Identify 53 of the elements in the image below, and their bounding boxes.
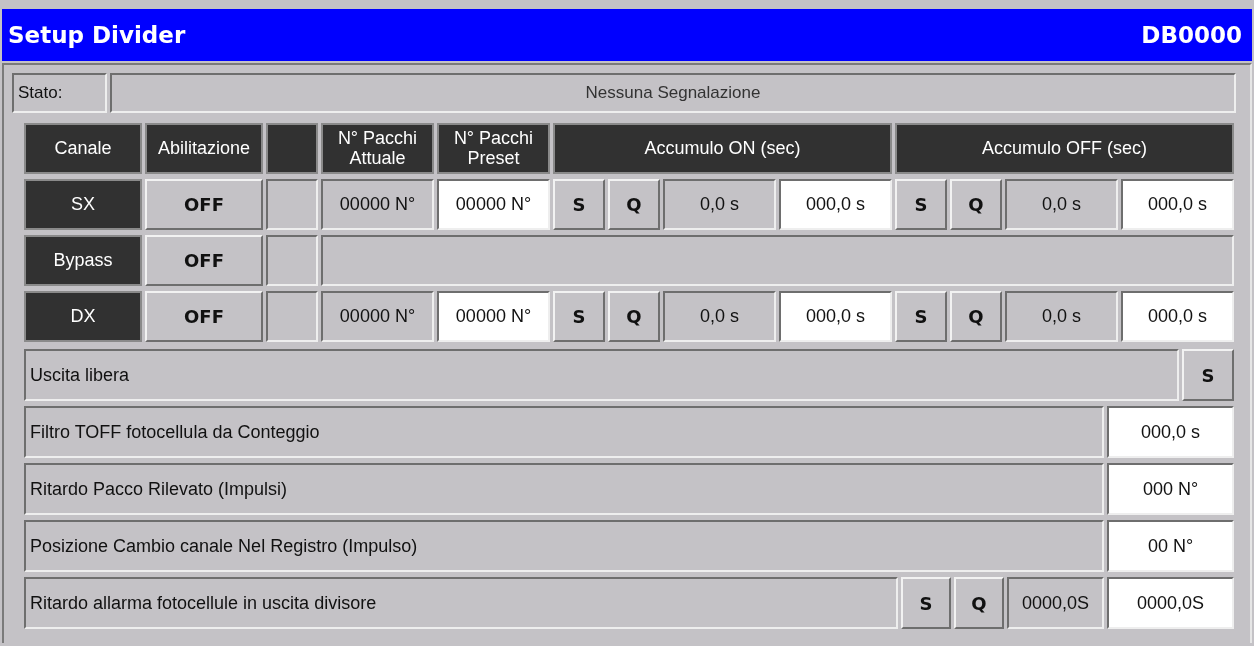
parameter-label: Ritardo Pacco Rilevato (Impulsi) (24, 463, 1104, 515)
toggle-button[interactable]: OFF (145, 235, 263, 286)
column-header: Abilitazione (145, 123, 263, 174)
reset-button[interactable]: Q (608, 291, 660, 342)
toggle-button[interactable]: OFF (145, 291, 263, 342)
input-field[interactable]: 000,0 s (1107, 406, 1234, 458)
value-display: 0000,0S (1007, 577, 1104, 629)
header-cell (266, 123, 318, 174)
channel-label: SX (24, 179, 142, 230)
column-header: Accumulo ON (sec) (553, 123, 892, 174)
set-button[interactable]: S (895, 179, 947, 230)
reset-button[interactable]: Q (954, 577, 1004, 629)
table-cell (266, 291, 318, 342)
set-button[interactable]: S (553, 291, 605, 342)
value-display: 0,0 s (1005, 179, 1118, 230)
toggle-button[interactable]: OFF (145, 179, 263, 230)
column-header: Accumulo OFF (sec) (895, 123, 1234, 174)
status-label: Stato: (12, 73, 107, 113)
set-button[interactable]: S (1182, 349, 1234, 401)
channel-label: Bypass (24, 235, 142, 286)
parameter-label: Filtro TOFF fotocellula da Conteggio (24, 406, 1104, 458)
parameter-label: Posizione Cambio canale Nel Registro (Impulso) (24, 520, 1104, 572)
count-display: 00000 N° (321, 179, 434, 230)
count-display: 00000 N° (321, 291, 434, 342)
table-cell (266, 179, 318, 230)
input-field[interactable]: 000,0 s (779, 179, 892, 230)
input-field[interactable]: 00000 N° (437, 291, 550, 342)
value-display: 0,0 s (663, 291, 776, 342)
input-field[interactable]: 00000 N° (437, 179, 550, 230)
reset-button[interactable]: Q (950, 291, 1002, 342)
column-header: N° Pacchi Attuale (321, 123, 434, 174)
parameter-label: Uscita libera (24, 349, 1179, 401)
input-field[interactable]: 000,0 s (1121, 291, 1234, 342)
window-title: Setup Divider (8, 20, 186, 50)
input-field[interactable]: 0000,0S (1107, 577, 1234, 629)
input-field[interactable]: 000,0 s (1121, 179, 1234, 230)
channel-label: DX (24, 291, 142, 342)
value-display: 0,0 s (663, 179, 776, 230)
set-button[interactable]: S (901, 577, 951, 629)
input-field[interactable]: 00 N° (1107, 520, 1234, 572)
device-code: DB0000 (1141, 20, 1242, 50)
reset-button[interactable]: Q (950, 179, 1002, 230)
status-message: Nessuna Segnalazione (110, 73, 1236, 113)
column-header: N° Pacchi Preset (437, 123, 550, 174)
column-header: Canale (24, 123, 142, 174)
set-button[interactable]: S (553, 179, 605, 230)
parameter-label: Ritardo allarma fotocellule in uscita divisore (24, 577, 898, 629)
input-field[interactable]: 000,0 s (779, 291, 892, 342)
table-cell (266, 235, 318, 286)
value-display: 0,0 s (1005, 291, 1118, 342)
input-field[interactable]: 000 N° (1107, 463, 1234, 515)
set-button[interactable]: S (895, 291, 947, 342)
reset-button[interactable]: Q (608, 179, 660, 230)
